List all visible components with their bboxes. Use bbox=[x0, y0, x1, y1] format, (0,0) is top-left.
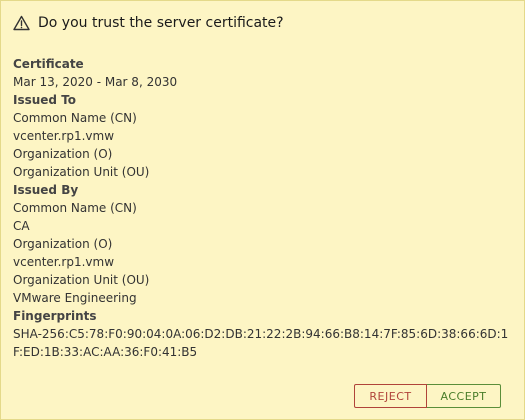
issued-by-o-label: Organization (O) bbox=[13, 237, 113, 251]
issued-to-heading: Issued To bbox=[13, 93, 77, 107]
certificate-trust-dialog: Do you trust the server certificate? Cer… bbox=[0, 0, 525, 420]
dialog-title: Do you trust the server certificate? bbox=[38, 15, 284, 31]
issued-by-ou-value: VMware Engineering bbox=[13, 291, 137, 305]
certificate-validity: Mar 13, 2020 - Mar 8, 2030 bbox=[13, 75, 178, 89]
dialog-button-group: REJECT ACCEPT bbox=[354, 384, 501, 408]
fingerprints-heading: Fingerprints bbox=[13, 309, 97, 323]
reject-button[interactable]: REJECT bbox=[354, 384, 427, 408]
issued-to-o-label: Organization (O) bbox=[13, 147, 113, 161]
issued-to-cn-value: vcenter.rp1.vmw bbox=[13, 129, 115, 143]
certificate-heading: Certificate bbox=[13, 57, 84, 71]
accept-button[interactable]: ACCEPT bbox=[427, 384, 501, 408]
fingerprint-sha256: SHA-256:C5:78:F0:90:04:0A:06:D2:DB:21:22… bbox=[13, 327, 509, 359]
issued-to-ou-label: Organization Unit (OU) bbox=[13, 165, 150, 179]
dialog-header: Do you trust the server certificate? bbox=[13, 15, 284, 31]
issued-by-heading: Issued By bbox=[13, 183, 79, 197]
certificate-details: Certificate Mar 13, 2020 - Mar 8, 2030 I… bbox=[13, 55, 518, 361]
issued-by-cn-value: CA bbox=[13, 219, 30, 233]
issued-to-cn-label: Common Name (CN) bbox=[13, 111, 137, 125]
issued-by-o-value: vcenter.rp1.vmw bbox=[13, 255, 115, 269]
issued-by-ou-label: Organization Unit (OU) bbox=[13, 273, 150, 287]
issued-by-cn-label: Common Name (CN) bbox=[13, 201, 137, 215]
warning-triangle-icon bbox=[13, 15, 30, 31]
